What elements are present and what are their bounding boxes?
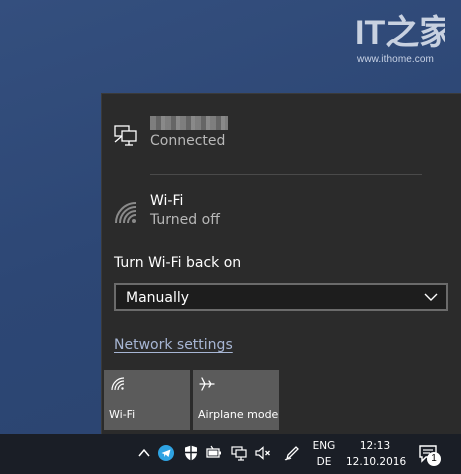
- ethernet-connection-item[interactable]: Connected: [112, 116, 442, 176]
- shield-icon[interactable]: [182, 444, 200, 462]
- ethernet-monitor-icon: [114, 125, 137, 146]
- watermark-url: www.ithome.com: [357, 54, 434, 65]
- wifi-connection-item[interactable]: Wi-Fi Turned off: [112, 193, 442, 253]
- network-icon[interactable]: [230, 444, 248, 462]
- battery-icon[interactable]: [205, 444, 223, 462]
- taskbar-clock[interactable]: 12:13 12.10.2016: [346, 438, 407, 470]
- chevron-up-icon[interactable]: [135, 444, 153, 462]
- clock-time: 12:13: [359, 440, 391, 452]
- airplane-mode-quick-action-tile[interactable]: Airplane mode: [193, 370, 279, 430]
- wifi-quick-action-tile[interactable]: Wi-Fi: [104, 370, 190, 430]
- ithome-logo: IT之家: [355, 14, 445, 52]
- keyboard-layout: DE: [316, 456, 332, 468]
- watermark: IT之家 www.ithome.com: [355, 12, 455, 72]
- input-language-indicator[interactable]: ENG DE: [311, 438, 337, 470]
- telegram-icon[interactable]: [157, 444, 175, 462]
- wifi-tile-label: Wi-Fi: [109, 408, 136, 421]
- divider: [150, 174, 422, 175]
- pen-icon[interactable]: [283, 444, 301, 462]
- clock-date: 12.10.2016: [346, 456, 407, 468]
- turn-wifi-back-on-dropdown[interactable]: Manually: [114, 283, 448, 311]
- volume-muted-icon[interactable]: [254, 444, 272, 462]
- wifi-status: Turned off: [150, 212, 220, 228]
- notification-count-badge: 1: [427, 452, 441, 466]
- airplane-mode-tile-label: Airplane mode: [198, 408, 279, 421]
- svg-text:IT之家: IT之家: [355, 14, 445, 52]
- wifi-title: Wi-Fi: [150, 193, 184, 209]
- turn-wifi-back-on-label: Turn Wi-Fi back on: [114, 255, 242, 271]
- airplane-icon: [199, 377, 215, 391]
- network-name-pixelated: [150, 116, 228, 130]
- wifi-off-icon: [115, 202, 137, 224]
- ethernet-status: Connected: [150, 133, 226, 149]
- language-code: ENG: [312, 440, 336, 452]
- chevron-down-icon: [424, 293, 438, 301]
- network-flyout: Connected Wi-Fi Turned off Turn Wi-Fi ba…: [101, 93, 461, 435]
- wifi-icon: [111, 377, 125, 391]
- network-settings-link[interactable]: Network settings: [114, 337, 233, 353]
- dropdown-selected-value: Manually: [126, 290, 190, 306]
